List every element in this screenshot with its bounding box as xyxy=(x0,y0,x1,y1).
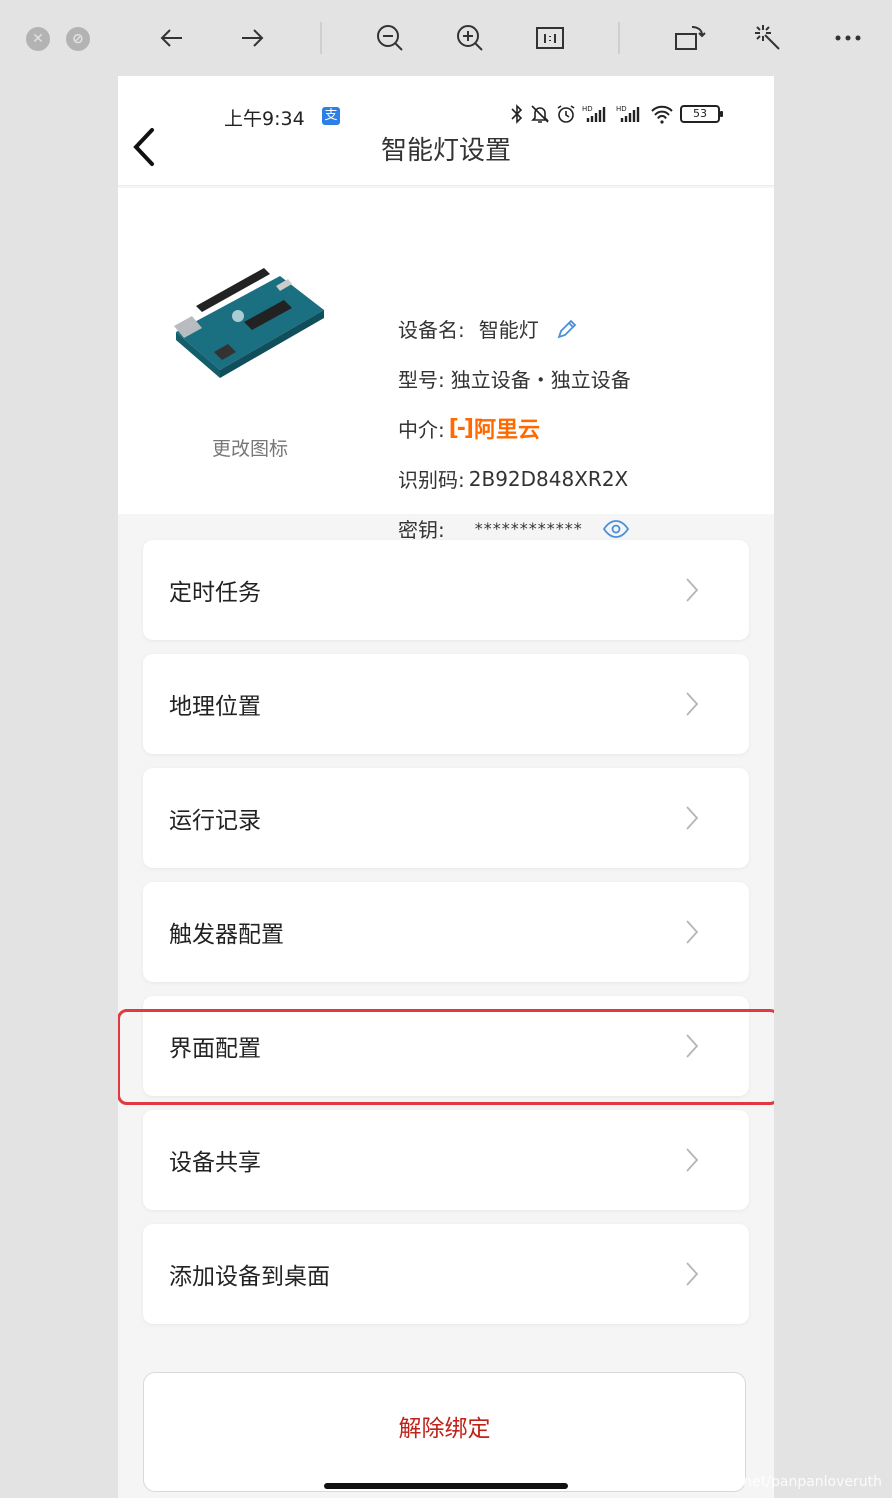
alipay-icon: 支 xyxy=(322,107,340,125)
app-header: 上午9:34 支 HD HD 53 智能灯设置 xyxy=(118,76,774,186)
device-name-label: 设备名: xyxy=(398,318,465,342)
actual-size-icon[interactable] xyxy=(530,18,570,58)
mute-bell-icon xyxy=(531,105,549,123)
menu-item-scheduled-tasks[interactable]: 定时任务 xyxy=(143,540,749,640)
chevron-right-icon xyxy=(686,920,699,944)
viewer-toolbar: ✕ ⊘ xyxy=(0,0,892,76)
zoom-out-icon[interactable] xyxy=(370,18,410,58)
battery-indicator: 53 xyxy=(680,105,723,123)
device-id-value: 2B92D848XR2X xyxy=(468,466,629,491)
watermark: https://blog.csdn.net/panpanloveruth xyxy=(621,1474,882,1490)
device-broker-row: 中介: [-] 阿里云 xyxy=(398,412,540,444)
menu-item-label: 地理位置 xyxy=(169,694,261,720)
phone-screen: 上午9:34 支 HD HD 53 智能灯设置 更改图标 设备名: 智能灯 型号… xyxy=(118,76,774,1498)
chevron-right-icon xyxy=(686,1262,699,1286)
menu-item-label: 添加设备到桌面 xyxy=(169,1264,330,1290)
menu-item-label: 设备共享 xyxy=(169,1150,261,1176)
more-icon[interactable] xyxy=(828,18,868,58)
svg-text:HD: HD xyxy=(582,105,593,113)
magic-wand-icon[interactable] xyxy=(748,18,788,58)
arrow-right-icon[interactable] xyxy=(232,18,272,58)
device-id-label: 识别码: xyxy=(398,468,465,492)
toolbar-divider xyxy=(618,22,620,54)
menu-item-trigger-config[interactable]: 触发器配置 xyxy=(143,882,749,982)
chevron-right-icon xyxy=(686,578,699,602)
highlight-box xyxy=(118,1009,774,1105)
device-model-label: 型号: xyxy=(398,368,445,392)
aliyun-mark-icon: [-] xyxy=(448,415,474,441)
chevron-right-icon xyxy=(686,1148,699,1172)
device-model-row: 型号: 独立设备・独立设备 xyxy=(398,364,631,393)
close-icon[interactable]: ✕ xyxy=(26,27,50,51)
device-key-row: 密钥: ************ xyxy=(398,514,629,543)
device-key-label: 密钥: xyxy=(398,518,445,542)
rotate-icon[interactable] xyxy=(670,18,710,58)
menu-item-add-to-desktop[interactable]: 添加设备到桌面 xyxy=(143,1224,749,1324)
device-info-card: 更改图标 设备名: 智能灯 型号: 独立设备・独立设备 中介: [-] 阿里云 … xyxy=(118,188,774,542)
chevron-right-icon xyxy=(686,692,699,716)
menu-item-location[interactable]: 地理位置 xyxy=(143,654,749,754)
alarm-icon xyxy=(557,105,575,123)
aliyun-logo: [-] 阿里云 xyxy=(449,412,540,444)
change-icon-link[interactable]: 更改图标 xyxy=(192,434,308,461)
wifi-icon xyxy=(651,105,673,124)
svg-text:HD: HD xyxy=(616,105,627,113)
arduino-board-image[interactable] xyxy=(168,266,328,386)
page-title: 智能灯设置 xyxy=(380,136,511,166)
menu-item-label: 定时任务 xyxy=(169,580,261,606)
device-id-row: 识别码: 2B92D848XR2X xyxy=(398,464,628,493)
menu-item-label: 触发器配置 xyxy=(169,922,284,948)
unbind-label: 解除绑定 xyxy=(398,1416,491,1442)
home-indicator[interactable] xyxy=(324,1483,568,1489)
toolbar-divider xyxy=(320,22,322,54)
status-icons: HD HD 53 xyxy=(510,104,723,124)
zoom-in-icon[interactable] xyxy=(450,18,490,58)
device-model-value: 独立设备・独立设备 xyxy=(450,368,631,392)
bluetooth-icon xyxy=(511,104,523,124)
menu-item-label: 运行记录 xyxy=(169,808,261,834)
signal-hd-icon: HD xyxy=(582,105,606,122)
aliyun-text: 阿里云 xyxy=(474,418,541,443)
arrow-left-icon[interactable] xyxy=(152,18,192,58)
menu-item-device-sharing[interactable]: 设备共享 xyxy=(143,1110,749,1210)
eye-icon[interactable] xyxy=(602,519,629,538)
minimize-icon[interactable]: ⊘ xyxy=(66,27,90,51)
status-time: 上午9:34 xyxy=(224,108,305,130)
device-name-value: 智能灯 xyxy=(478,318,539,342)
menu-item-run-log[interactable]: 运行记录 xyxy=(143,768,749,868)
signal-hd-icon: HD xyxy=(616,105,640,122)
chevron-right-icon xyxy=(686,806,699,830)
edit-pencil-icon[interactable] xyxy=(555,317,579,341)
device-key-value: ************ xyxy=(474,519,583,538)
device-broker-label: 中介: xyxy=(398,417,445,442)
device-name-row: 设备名: 智能灯 xyxy=(398,314,579,343)
